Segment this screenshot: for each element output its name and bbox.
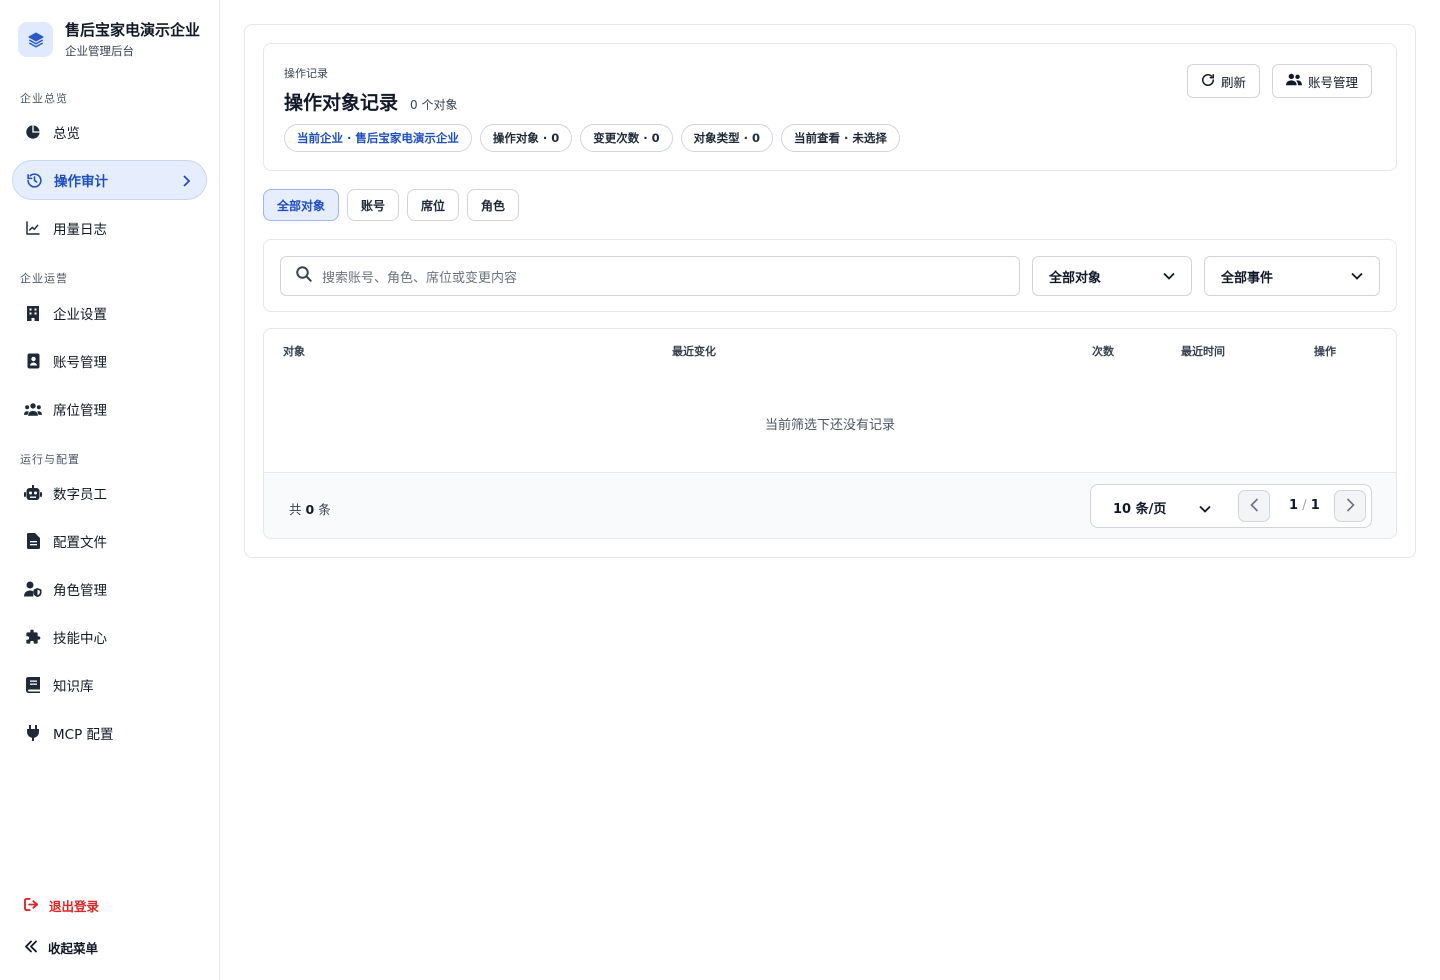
- sidebar: 售后宝家电演示企业 企业管理后台 企业总览 总览 操作审计 用量日志 企业运营 …: [0, 0, 220, 980]
- sidebar-item-label: 席位管理: [53, 403, 107, 419]
- sidebar-item-label: 角色管理: [53, 583, 107, 599]
- chip-current-view: 当前查看 · 未选择: [781, 124, 900, 152]
- column-header-recent-time: 最近时间: [1181, 345, 1225, 358]
- event-type-value: 全部事件: [1221, 270, 1274, 286]
- section-label-runtime: 运行与配置: [20, 453, 80, 466]
- brand: 售后宝家电演示企业 企业管理后台: [18, 22, 200, 59]
- sidebar-item-label: 配置文件: [53, 535, 107, 551]
- account-management-button[interactable]: 账号管理: [1272, 64, 1373, 98]
- puzzle-icon: [24, 628, 42, 646]
- plug-icon: [24, 724, 42, 742]
- sidebar-item-label: MCP 配置: [53, 727, 114, 743]
- sidebar-item-roles[interactable]: 角色管理: [12, 569, 207, 609]
- object-count: 0 个对象: [410, 98, 458, 112]
- sidebar-item-skills[interactable]: 技能中心: [12, 617, 207, 657]
- column-header-recent-change: 最近变化: [672, 345, 716, 358]
- chevron-left-icon: [1249, 497, 1259, 516]
- tab-roles[interactable]: 角色: [467, 189, 520, 221]
- tab-all-objects[interactable]: 全部对象: [263, 189, 340, 221]
- next-page-button[interactable]: [1334, 490, 1366, 522]
- sidebar-item-accounts[interactable]: 账号管理: [12, 341, 207, 381]
- summary-chips: 当前企业 · 售后宝家电演示企业 操作对象 · 0 变更次数 · 0 对象类型 …: [284, 124, 908, 152]
- refresh-icon: [1201, 73, 1215, 90]
- event-type-select[interactable]: 全部事件: [1204, 256, 1380, 296]
- chevron-down-icon[interactable]: [1199, 498, 1211, 517]
- tab-accounts[interactable]: 账号: [347, 189, 400, 221]
- filter-card: 搜索账号、角色、席位或变更内容 全部对象 全部事件: [263, 239, 1397, 312]
- column-header-count: 次数: [1092, 345, 1114, 358]
- chevron-right-icon: [1346, 497, 1355, 516]
- tab-seats[interactable]: 席位: [407, 189, 460, 221]
- logout-icon: [24, 897, 39, 914]
- page-size-select[interactable]: 10 条/页: [1113, 498, 1166, 517]
- object-tabs: 全部对象 账号 席位 角色: [263, 189, 527, 221]
- history-icon: [25, 171, 43, 189]
- table-footer: 共 0 条 10 条/页 1 / 1: [264, 472, 1396, 538]
- sidebar-item-mcp-config[interactable]: MCP 配置: [12, 713, 207, 753]
- sidebar-item-label: 企业设置: [53, 307, 107, 323]
- chevron-down-icon: [1163, 269, 1175, 284]
- sidebar-item-seats[interactable]: 席位管理: [12, 389, 207, 429]
- brand-name: 售后宝家电演示企业: [65, 21, 201, 39]
- sidebar-item-label: 技能中心: [53, 631, 107, 647]
- users-icon: [24, 400, 42, 418]
- sidebar-item-usage[interactable]: 用量日志: [12, 208, 207, 248]
- total-count: 共 0 条: [289, 502, 331, 517]
- logout-label: 退出登录: [49, 899, 100, 914]
- sidebar-item-config-files[interactable]: 配置文件: [12, 521, 207, 561]
- sidebar-item-enterprise-settings[interactable]: 企业设置: [12, 293, 207, 333]
- pie-chart-icon: [24, 123, 42, 141]
- logout-button[interactable]: 退出登录: [24, 896, 99, 915]
- search-input[interactable]: 搜索账号、角色、席位或变更内容: [280, 256, 1020, 296]
- file-icon: [24, 532, 42, 550]
- sidebar-item-label: 用量日志: [53, 222, 107, 238]
- book-icon: [24, 676, 42, 694]
- section-label-overview: 企业总览: [20, 92, 68, 105]
- empty-state: 当前筛选下还没有记录: [764, 418, 895, 433]
- user-shield-icon: [24, 580, 42, 598]
- prev-page-button[interactable]: [1238, 490, 1270, 522]
- sidebar-item-label: 总览: [53, 126, 80, 142]
- column-header-actions: 操作: [1314, 345, 1336, 358]
- account-management-label: 账号管理: [1308, 74, 1359, 90]
- header-card: 操作记录 操作对象记录 0 个对象 当前企业 · 售后宝家电演示企业 操作对象 …: [263, 43, 1397, 171]
- sidebar-item-label: 操作审计: [54, 174, 108, 190]
- object-type-value: 全部对象: [1049, 270, 1102, 286]
- object-type-select[interactable]: 全部对象: [1032, 256, 1192, 296]
- sidebar-item-audit[interactable]: 操作审计: [12, 160, 207, 200]
- sidebar-item-digital-employees[interactable]: 数字员工: [12, 473, 207, 513]
- chip-current-enterprise: 当前企业 · 售后宝家电演示企业: [284, 124, 472, 152]
- sidebar-item-overview[interactable]: 总览: [12, 112, 207, 152]
- robot-icon: [24, 484, 42, 502]
- sidebar-item-label: 账号管理: [53, 355, 107, 371]
- line-chart-icon: [24, 219, 42, 237]
- column-header-object: 对象: [283, 345, 305, 358]
- collapse-menu-button[interactable]: 收起菜单: [24, 938, 98, 957]
- chip-change-count: 变更次数 · 0: [580, 124, 673, 152]
- sidebar-item-label: 数字员工: [53, 487, 107, 503]
- brand-subtitle: 企业管理后台: [65, 44, 134, 58]
- collapse-menu-label: 收起菜单: [48, 941, 99, 956]
- double-chevron-left-icon: [24, 940, 38, 956]
- search-placeholder: 搜索账号、角色、席位或变更内容: [322, 270, 518, 286]
- chip-object-types: 对象类型 · 0: [680, 124, 774, 152]
- section-label-operations: 企业运营: [20, 272, 68, 285]
- building-icon: [24, 304, 42, 322]
- refresh-label: 刷新: [1221, 74, 1247, 90]
- chevron-right-icon: [180, 173, 192, 192]
- page-title: 操作对象记录: [284, 92, 399, 114]
- layers-logo-icon: [18, 22, 53, 57]
- users-icon: [1286, 73, 1302, 89]
- refresh-button[interactable]: 刷新: [1187, 64, 1261, 98]
- chevron-down-icon: [1351, 269, 1363, 284]
- id-badge-icon: [24, 352, 42, 370]
- breadcrumb: 操作记录: [284, 67, 328, 80]
- search-icon: [295, 265, 313, 287]
- sidebar-item-label: 知识库: [53, 679, 94, 695]
- chip-object-count: 操作对象 · 0: [479, 124, 573, 152]
- page-indicator: 1 / 1: [1289, 498, 1320, 513]
- records-table: 对象 最近变化 次数 最近时间 操作 当前筛选下还没有记录 共 0 条 10 条…: [263, 328, 1397, 539]
- pagination: 10 条/页 1 / 1: [1090, 484, 1372, 528]
- sidebar-item-knowledge-base[interactable]: 知识库: [12, 665, 207, 705]
